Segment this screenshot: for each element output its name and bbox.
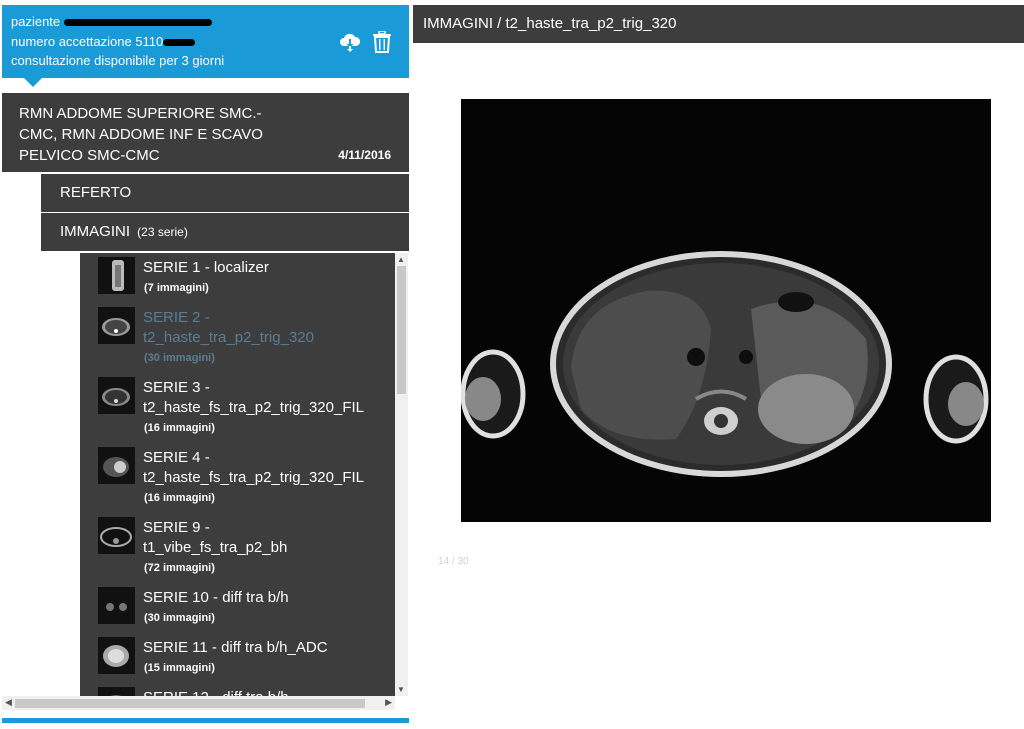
accession-number: 5110 xyxy=(135,34,164,49)
series-name-line2: t2_haste_tra_p2_trig_320 xyxy=(143,329,314,346)
availability-text: consultazione disponibile per 3 giorni xyxy=(11,53,225,68)
series-thumbnail xyxy=(98,377,135,414)
series-item[interactable]: SERIE 10 - diff tra b/h (30 immagini) xyxy=(80,583,395,633)
series-image-count: (72 immagini) xyxy=(144,562,215,574)
series-item[interactable]: SERIE 3 - t2_haste_fs_tra_p2_trig_320_FI… xyxy=(80,373,395,443)
scroll-up-icon[interactable]: ▲ xyxy=(397,255,405,265)
tab-immagini[interactable]: IMMAGINI (23 serie) xyxy=(41,213,409,251)
series-list[interactable]: SERIE 1 - localizer (7 immagini) SERIE 2… xyxy=(80,253,395,696)
series-thumbnail xyxy=(98,307,135,344)
series-name: SERIE 2 - xyxy=(143,309,210,326)
bottom-accent-bar xyxy=(2,718,409,723)
vertical-scroll-thumb[interactable] xyxy=(397,266,406,394)
vertical-scrollbar[interactable]: ▲ ▼ xyxy=(395,253,408,696)
scroll-down-icon[interactable]: ▼ xyxy=(397,685,405,695)
accession-label: numero accettazione xyxy=(11,34,132,49)
series-item-active[interactable]: SERIE 2 - t2_haste_tra_p2_trig_320 (30 i… xyxy=(80,303,395,373)
series-thumbnail xyxy=(98,687,135,696)
tab-immagini-label: IMMAGINI xyxy=(60,223,130,240)
patient-header: paziente numero accettazione 5110 consul… xyxy=(2,5,409,87)
horizontal-scroll-thumb[interactable] xyxy=(15,699,365,708)
scroll-left-icon[interactable]: ◀ xyxy=(5,697,12,708)
series-item[interactable]: SERIE 12 - diff tra b/h xyxy=(80,683,395,696)
series-image-count: (30 immagini) xyxy=(144,612,215,624)
series-thumbnail xyxy=(98,257,135,294)
series-item[interactable]: SERIE 9 - t1_vibe_fs_tra_p2_bh (72 immag… xyxy=(80,513,395,583)
series-thumbnail xyxy=(98,637,135,674)
series-name: SERIE 11 - diff tra b/h_ADC xyxy=(143,639,328,656)
series-name-line2: t2_haste_fs_tra_p2_trig_320_FIL xyxy=(143,399,364,416)
series-image-count: (30 immagini) xyxy=(144,352,215,364)
series-image-count: (16 immagini) xyxy=(144,492,215,504)
series-image-count: (16 immagini) xyxy=(144,422,215,434)
series-image-count: (7 immagini) xyxy=(144,282,209,294)
mri-image[interactable] xyxy=(460,99,991,522)
tab-referto-label: REFERTO xyxy=(60,184,132,201)
redacted-accession xyxy=(163,39,196,47)
image-counter: 14 / 30 xyxy=(438,556,469,567)
series-item[interactable]: SERIE 11 - diff tra b/h_ADC (15 immagini… xyxy=(80,633,395,683)
trash-icon[interactable] xyxy=(373,30,391,53)
header-pointer xyxy=(24,78,42,87)
cloud-download-icon[interactable] xyxy=(339,31,361,53)
patient-name-line: paziente xyxy=(11,14,212,29)
series-name: SERIE 12 - diff tra b/h xyxy=(143,688,289,696)
series-item[interactable]: SERIE 1 - localizer (7 immagini) xyxy=(80,253,395,303)
series-name: SERIE 10 - diff tra b/h xyxy=(143,589,289,606)
series-name: SERIE 9 - xyxy=(143,519,210,536)
exam-date: 4/11/2016 xyxy=(338,148,391,162)
series-name-line2: t1_vibe_fs_tra_p2_bh xyxy=(143,539,288,556)
series-item[interactable]: SERIE 4 - t2_haste_fs_tra_p2_trig_320_FI… xyxy=(80,443,395,513)
series-name: SERIE 4 - xyxy=(143,449,210,466)
accession-line: numero accettazione 5110 xyxy=(11,34,196,49)
redacted-patient-name xyxy=(63,19,212,27)
series-thumbnail xyxy=(98,447,135,484)
series-image-count: (15 immagini) xyxy=(144,662,215,674)
tab-referto[interactable]: REFERTO xyxy=(41,174,409,212)
patient-name-label: paziente xyxy=(11,14,61,29)
series-thumbnail xyxy=(98,517,135,554)
exam-title: RMN ADDOME SUPERIORE SMC.-CMC, RMN ADDOM… xyxy=(19,105,263,164)
series-count: (23 serie) xyxy=(137,225,188,239)
exam-item[interactable]: RMN ADDOME SUPERIORE SMC.-CMC, RMN ADDOM… xyxy=(2,93,409,172)
series-name: SERIE 1 - localizer xyxy=(143,259,269,276)
series-name: SERIE 3 - xyxy=(143,379,210,396)
scroll-right-icon[interactable]: ▶ xyxy=(385,697,392,708)
viewer-title: IMMAGINI / t2_haste_tra_p2_trig_320 xyxy=(413,5,1024,43)
series-name-line2: t2_haste_fs_tra_p2_trig_320_FIL xyxy=(143,469,364,486)
horizontal-scrollbar[interactable]: ◀ ▶ xyxy=(2,696,395,710)
series-thumbnail xyxy=(98,587,135,624)
